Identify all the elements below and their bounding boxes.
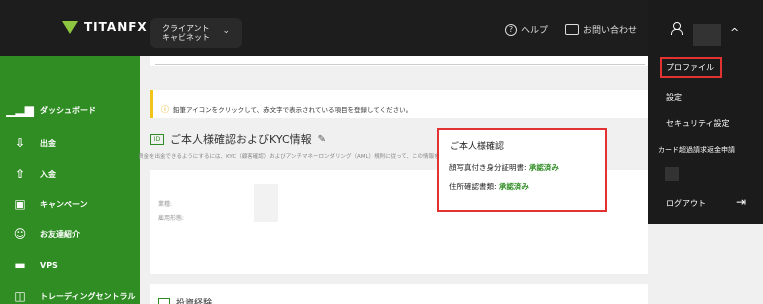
brand-name: TITANFX (84, 20, 148, 34)
menu-item-profile[interactable]: プロファイル (648, 62, 763, 73)
contact-label: お問い合わせ (583, 26, 638, 36)
referral-icon: ☺ (13, 227, 27, 241)
kyc-title-text: ご本人様確認およびKYC情報 (170, 133, 312, 146)
sidebar-item-vps[interactable]: ▬ VPS (0, 258, 140, 272)
sidebar-item-label: ダッシュボード (40, 105, 96, 115)
sidebar-item-referral[interactable]: ☺ お友達紹介 (0, 227, 140, 241)
vps-icon: ▬ (14, 258, 26, 272)
chevron-down-icon: ⌄ (222, 26, 230, 36)
divider (155, 64, 645, 65)
trading-central-icon: ◫ (14, 289, 26, 303)
id-card-icon: ID (150, 133, 164, 145)
address-doc-row: 住所確認書類: 承認済み (449, 181, 529, 192)
user-name-redacted (693, 24, 721, 46)
menu-item-security[interactable]: セキュリティ設定 (648, 118, 763, 129)
occupation-label: 業種: (158, 201, 173, 208)
sidebar-item-withdraw[interactable]: ⇩ 出金 (0, 136, 140, 150)
sidebar-item-label: お友達紹介 (40, 229, 80, 239)
sidebar-item-label: 出金 (40, 138, 56, 148)
brand-logo[interactable]: TITANFX (62, 20, 148, 34)
main-content: ⓘ 鉛筆アイコンをクリックして、赤文字で表示されている項目を登録してください。 … (138, 56, 648, 304)
kyc-section-title: ID ご本人様確認およびKYC情報 ✎ (150, 131, 326, 147)
help-label: ヘルプ (521, 26, 549, 36)
cabinet-label-line2: キャビネット (162, 33, 210, 42)
identity-verification-title: ご本人様確認 (450, 142, 505, 152)
employment-label: 雇用形態: (158, 215, 185, 222)
person-icon (671, 22, 683, 35)
logout-icon[interactable]: ⇥ (736, 195, 746, 209)
photo-id-label: 顔写真付き身分証明書: (449, 163, 527, 172)
sidebar-item-label: 入金 (40, 169, 56, 179)
photo-id-row: 顔写真付き身分証明書: 承認済み (449, 162, 559, 173)
pencil-icon[interactable]: ✎ (318, 134, 326, 145)
sidebar-item-deposit[interactable]: ⇧ 入金 (0, 167, 140, 181)
menu-item-settings[interactable]: 設定 (648, 92, 763, 103)
cabinet-label-line1: クライアント (162, 24, 210, 33)
user-menu-toggle[interactable]: ^ (648, 0, 763, 56)
bar-chart-icon: ▁▂▆ (6, 103, 34, 117)
client-cabinet-button[interactable]: クライアント キャビネット ⌄ (150, 18, 242, 48)
question-icon: ? (505, 23, 517, 36)
next-section-card: 投資経験 (150, 284, 648, 304)
notice-text: 鉛筆アイコンをクリックして、赤文字で表示されている項目を登録してください。 (173, 106, 413, 114)
hidden-value-block (254, 184, 278, 222)
photo-id-status: 承認済み (528, 163, 559, 172)
contact-link[interactable]: お問い合わせ (565, 23, 637, 36)
help-link[interactable]: ? ヘルプ (505, 23, 548, 36)
warning-icon: ⓘ (161, 104, 169, 114)
section-icon (158, 298, 170, 304)
menu-item-card-refund[interactable]: カード超過請求返金申請 (648, 145, 763, 155)
sidebar-item-trading-central[interactable]: ◫ トレーディングセントラル (0, 289, 140, 303)
address-doc-status: 承認済み (498, 182, 529, 191)
campaign-icon: ▣ (14, 197, 26, 211)
sidebar-item-label: VPS (40, 260, 58, 270)
next-section-title: 投資経験 (176, 299, 213, 304)
withdraw-icon: ⇩ (14, 136, 26, 150)
sidebar-item-dashboard[interactable]: ▁▂▆ ダッシュボード (0, 103, 140, 117)
hidden-menu-item (665, 167, 679, 181)
identity-verification-box: ご本人様確認 顔写真付き身分証明書: 承認済み 住所確認書類: 承認済み (437, 128, 607, 212)
sidebar: ▁▂▆ ダッシュボード ⇩ 出金 ⇧ 入金 ▣ キャンペーン ☺ お友達紹介 ▬… (0, 56, 140, 304)
chevron-up-icon: ^ (730, 26, 740, 39)
notice-banner: ⓘ 鉛筆アイコンをクリックして、赤文字で表示されている項目を登録してください。 (150, 90, 648, 118)
address-doc-label: 住所確認書類: (449, 182, 497, 191)
user-dropdown-menu: ^ プロファイル 設定 セキュリティ設定 カード超過請求返金申請 ログアウト ⇥ (648, 0, 763, 224)
titan-logo-icon (62, 20, 78, 34)
previous-card-bottom (150, 56, 648, 66)
chat-icon (565, 24, 579, 35)
deposit-icon: ⇧ (14, 167, 26, 181)
sidebar-item-campaign[interactable]: ▣ キャンペーン (0, 197, 140, 211)
sidebar-item-label: トレーディングセントラル (40, 291, 136, 301)
sidebar-item-label: キャンペーン (40, 199, 88, 209)
